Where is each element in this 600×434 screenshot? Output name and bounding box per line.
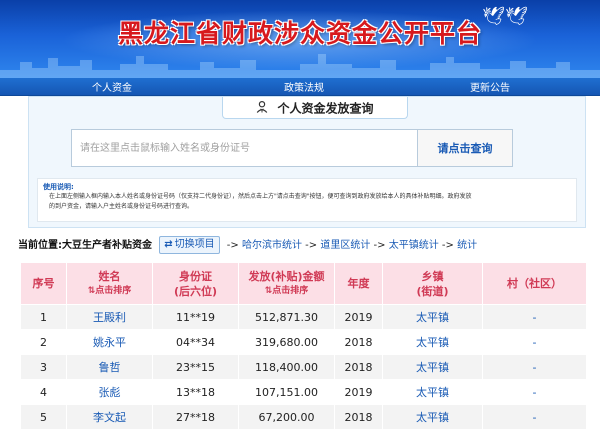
usage-instructions: 使用说明: 在上面左侧输入框内输入本人姓名或身份证号码（仅支持二代身份证），然后…: [37, 178, 577, 222]
cell-year: 2019: [334, 304, 383, 330]
cell-id: 13**18: [152, 379, 239, 405]
cell-year: 2018: [334, 354, 383, 380]
cell-index: 1: [20, 304, 67, 330]
results-table: 序号 姓名 ⇅点击排序 身份证 (后六位) 发放(补贴)金额 ⇅点击排序 年度 …: [20, 262, 587, 430]
table-row: 2 姚永平 04**34 319,680.00 2018 太平镇 -: [20, 329, 587, 355]
main-nav: 个人资金 政策法规 更新公告: [0, 78, 600, 96]
cell-id: 11**19: [152, 304, 239, 330]
cell-year: 2019: [334, 379, 383, 405]
cell-index: 2: [20, 329, 67, 355]
cell-index: 5: [20, 404, 67, 430]
cell-index: 4: [20, 379, 67, 405]
col-id: 身份证 (后六位): [152, 262, 239, 305]
cell-town[interactable]: 太平镇: [382, 379, 483, 405]
cell-town[interactable]: 太平镇: [382, 404, 483, 430]
dove-icon: 🕊🕊: [482, 6, 528, 27]
cell-id: 04**34: [152, 329, 239, 355]
cell-year: 2018: [334, 329, 383, 355]
cell-amount: 118,400.00: [238, 354, 335, 380]
col-id-line1: 身份证: [179, 269, 212, 283]
cell-id: 27**18: [152, 404, 239, 430]
site-banner: 黑龙江省财政涉众资金公开平台 🕊🕊: [0, 0, 600, 78]
cell-name[interactable]: 张彪: [66, 379, 153, 405]
query-tab-label: 个人资金发放查询: [277, 101, 374, 116]
breadcrumb-separator: ->: [441, 240, 454, 251]
breadcrumb-link-taiping[interactable]: 太平镇统计: [389, 240, 439, 251]
cell-town[interactable]: 太平镇: [382, 304, 483, 330]
col-id-line2: (后六位): [173, 284, 218, 298]
cell-name[interactable]: 王殿利: [66, 304, 153, 330]
cell-village[interactable]: -: [482, 329, 587, 355]
col-amount[interactable]: 发放(补贴)金额 ⇅点击排序: [238, 262, 335, 305]
cell-name[interactable]: 姚永平: [66, 329, 153, 355]
nav-personal-funds[interactable]: 个人资金: [92, 79, 132, 94]
nav-announcements[interactable]: 更新公告: [470, 79, 510, 94]
breadcrumb-link-harbin[interactable]: 哈尔滨市统计: [242, 240, 302, 251]
nav-policies[interactable]: 政策法规: [284, 79, 324, 94]
cell-village[interactable]: -: [482, 379, 587, 405]
col-index: 序号: [20, 262, 67, 305]
cell-village[interactable]: -: [482, 354, 587, 380]
cell-town[interactable]: 太平镇: [382, 354, 483, 380]
col-amount-label: 发放(补贴)金额: [248, 269, 325, 283]
instructions-line-2: 的到户资金，请输入户主姓名或身份证号码进行查询。: [49, 203, 194, 210]
switch-project-label: 切换项目: [174, 239, 215, 250]
cell-village[interactable]: -: [482, 304, 587, 330]
cell-name[interactable]: 李文起: [66, 404, 153, 430]
table-row: 1 王殿利 11**19 512,871.30 2019 太平镇 -: [20, 304, 587, 330]
cell-amount: 319,680.00: [238, 329, 335, 355]
table-row: 4 张彪 13**18 107,151.00 2019 太平镇 -: [20, 379, 587, 405]
breadcrumb-link-daoli[interactable]: 道里区统计: [320, 240, 370, 251]
switch-project-button[interactable]: ⇄ 切换项目: [159, 236, 220, 254]
table-header-row: 序号 姓名 ⇅点击排序 身份证 (后六位) 发放(补贴)金额 ⇅点击排序 年度 …: [20, 262, 587, 305]
cell-name[interactable]: 鲁哲: [66, 354, 153, 380]
cell-amount: 512,871.30: [238, 304, 335, 330]
cell-index: 3: [20, 354, 67, 380]
breadcrumb-separator: ->: [373, 240, 386, 251]
search-button[interactable]: 请点击查询: [417, 129, 513, 167]
col-name[interactable]: 姓名 ⇅点击排序: [66, 262, 153, 305]
cell-id: 23**15: [152, 354, 239, 380]
breadcrumb: 当前位置:大豆生产者补贴资金 ⇄ 切换项目 -> 哈尔滨市统计 -> 道里区统计 …: [18, 236, 588, 258]
breadcrumb-current-project: 大豆生产者补贴资金: [62, 240, 152, 251]
search-input[interactable]: [71, 129, 417, 167]
breadcrumb-link-stats[interactable]: 统计: [457, 240, 477, 251]
cell-amount: 67,200.00: [238, 404, 335, 430]
breadcrumb-separator: ->: [226, 240, 239, 251]
cell-town[interactable]: 太平镇: [382, 329, 483, 355]
col-town: 乡镇 (街道): [382, 262, 483, 305]
instructions-title: 使用说明:: [43, 183, 74, 191]
cell-year: 2018: [334, 404, 383, 430]
col-year: 年度: [334, 262, 383, 305]
sort-amount-toggle[interactable]: ⇅点击排序: [239, 284, 334, 299]
col-town-line2: (街道): [416, 284, 449, 298]
col-village: 村（社区）: [482, 262, 587, 305]
city-skyline-icon: [0, 54, 600, 78]
query-panel: 个人资金发放查询 请点击查询 使用说明: 在上面左侧输入框内输入本人姓名或身份证…: [28, 96, 586, 228]
sort-name-toggle[interactable]: ⇅点击排序: [67, 284, 152, 299]
table-row: 3 鲁哲 23**15 118,400.00 2018 太平镇 -: [20, 354, 587, 380]
query-tab[interactable]: 个人资金发放查询: [222, 97, 408, 119]
person-yen-icon: [257, 101, 268, 113]
cell-amount: 107,151.00: [238, 379, 335, 405]
breadcrumb-label: 当前位置:: [18, 240, 62, 251]
col-town-line1: 乡镇: [421, 269, 444, 283]
breadcrumb-separator: ->: [305, 240, 318, 251]
swap-icon: ⇄: [164, 239, 173, 250]
col-name-label: 姓名: [98, 269, 121, 283]
cell-village[interactable]: -: [482, 404, 587, 430]
table-row: 5 李文起 27**18 67,200.00 2018 太平镇 -: [20, 404, 587, 430]
instructions-line-1: 在上面左侧输入框内输入本人姓名或身份证号码（仅支持二代身份证），然后点击上方"请…: [49, 193, 472, 200]
